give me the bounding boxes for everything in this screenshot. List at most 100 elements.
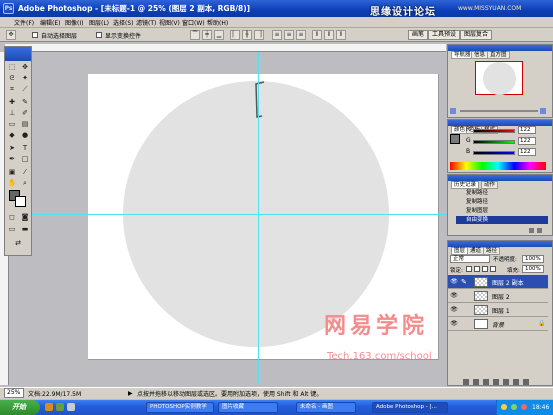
- distribute-hcenter-icon[interactable]: ⦀: [324, 30, 334, 40]
- taskbar-button[interactable]: PHOTOSHOP实例教学: [146, 402, 214, 413]
- horizontal-guide[interactable]: [9, 214, 446, 215]
- new-snapshot-icon[interactable]: [529, 228, 534, 233]
- dodge-tool-icon[interactable]: ●: [19, 131, 31, 140]
- taskbar-button[interactable]: 未命名 - 画图: [296, 402, 356, 413]
- start-button[interactable]: 开始: [0, 400, 40, 415]
- b-slider[interactable]: [473, 151, 515, 155]
- path-selection-tool-icon[interactable]: ➤: [6, 144, 18, 153]
- menu-view[interactable]: 视图(V): [159, 18, 180, 27]
- lock-all-icon[interactable]: [490, 266, 496, 272]
- vertical-guide[interactable]: [258, 52, 259, 384]
- layer-mask-icon[interactable]: [483, 379, 489, 385]
- zoom-in-icon[interactable]: [540, 108, 546, 114]
- menu-help[interactable]: 帮助(H): [207, 18, 228, 27]
- link-layers-icon[interactable]: [463, 379, 469, 385]
- zoom-field[interactable]: 25%: [4, 388, 24, 398]
- new-layer-icon[interactable]: [513, 379, 519, 385]
- eyedropper-tool-icon[interactable]: ⁄: [19, 168, 31, 177]
- menu-select[interactable]: 选择(S): [113, 18, 134, 27]
- menu-window[interactable]: 窗口(W): [182, 18, 205, 27]
- history-brush-tool-icon[interactable]: ✐: [19, 109, 31, 118]
- color-ramp[interactable]: [450, 162, 546, 170]
- adjustment-layer-icon[interactable]: [503, 379, 509, 385]
- align-bottom-icon[interactable]: ▁: [214, 30, 224, 40]
- layer-row[interactable]: 👁 背景 🔒: [448, 317, 548, 331]
- history-item[interactable]: 复制路径: [456, 198, 548, 206]
- quicklaunch-ie-icon[interactable]: [45, 403, 53, 411]
- lock-image-icon[interactable]: [474, 266, 480, 272]
- align-top-icon[interactable]: ▔: [190, 30, 200, 40]
- tab-info[interactable]: 信息: [471, 51, 489, 59]
- distribute-bottom-icon[interactable]: ≡: [296, 30, 306, 40]
- menu-edit[interactable]: 编辑(E): [40, 18, 60, 27]
- visibility-eye-icon[interactable]: 👁: [450, 320, 458, 328]
- taskbar-button-active[interactable]: Adobe Photoshop - [...: [372, 402, 448, 413]
- distribute-vcenter-icon[interactable]: ≡: [284, 30, 294, 40]
- layer-row[interactable]: 👁 图层 1: [448, 303, 548, 317]
- brush-tool-icon[interactable]: ✎: [19, 98, 31, 107]
- distribute-right-icon[interactable]: ⦀: [336, 30, 346, 40]
- tray-volume-icon[interactable]: [501, 404, 507, 410]
- distribute-top-icon[interactable]: ≡: [272, 30, 282, 40]
- history-item[interactable]: 复制路径: [456, 189, 548, 197]
- layer-row[interactable]: 👁 图层 2: [448, 289, 548, 303]
- blend-mode-select[interactable]: 正常: [450, 255, 490, 263]
- screen-mode-standard-icon[interactable]: ▭: [6, 225, 18, 234]
- tab-channels[interactable]: 通道: [467, 247, 485, 255]
- slice-tool-icon[interactable]: ⟋: [19, 85, 31, 94]
- jump-to-imageready-icon[interactable]: ⇄: [12, 239, 24, 248]
- color-foreground-swatch[interactable]: [450, 134, 460, 144]
- hand-tool-icon[interactable]: ✋: [6, 179, 18, 188]
- b-value[interactable]: 122: [518, 148, 536, 156]
- g-slider[interactable]: [473, 140, 515, 144]
- clone-stamp-tool-icon[interactable]: ⊥: [6, 109, 18, 118]
- marquee-tool-icon[interactable]: ⬚: [6, 63, 18, 72]
- tray-security-icon[interactable]: [521, 404, 527, 410]
- gradient-tool-icon[interactable]: ▤: [19, 120, 31, 129]
- background-color-swatch[interactable]: [15, 196, 26, 207]
- healing-brush-tool-icon[interactable]: ✚: [6, 98, 18, 107]
- horizontal-ruler[interactable]: [5, 44, 446, 52]
- zoom-out-icon[interactable]: [450, 108, 456, 114]
- magic-wand-tool-icon[interactable]: ✦: [19, 74, 31, 83]
- lasso-tool-icon[interactable]: ᘓ: [6, 74, 18, 83]
- taskbar-button[interactable]: 图片收藏: [218, 402, 278, 413]
- type-tool-icon[interactable]: T: [19, 144, 31, 153]
- shape-tool-icon[interactable]: □: [19, 155, 31, 164]
- opacity-field[interactable]: 100%: [522, 255, 544, 263]
- layer-row[interactable]: 👁 ✎ 图层 2 副本: [448, 275, 548, 289]
- notes-tool-icon[interactable]: ▣: [6, 168, 18, 177]
- tray-network-icon[interactable]: [511, 404, 517, 410]
- tab-actions[interactable]: 动作: [481, 181, 499, 189]
- blur-tool-icon[interactable]: ◆: [6, 131, 18, 140]
- crop-tool-icon[interactable]: ⌗: [6, 85, 18, 94]
- well-tab-layer-comps[interactable]: 图层复合: [460, 30, 493, 40]
- tab-histogram[interactable]: 直方图: [487, 51, 510, 59]
- zoom-slider[interactable]: [460, 110, 538, 112]
- quick-mask-icon[interactable]: ◙: [19, 213, 31, 222]
- history-item-selected[interactable]: 自由变换: [456, 216, 548, 224]
- new-group-icon[interactable]: [493, 379, 499, 385]
- distribute-left-icon[interactable]: ⦀: [312, 30, 322, 40]
- g-value[interactable]: 122: [518, 137, 536, 145]
- screen-mode-full-icon[interactable]: ▬: [19, 225, 31, 234]
- tab-paths[interactable]: 路径: [483, 247, 501, 255]
- menu-layer[interactable]: 图层(L): [89, 18, 109, 27]
- layer-style-icon[interactable]: [473, 379, 479, 385]
- tab-layers[interactable]: 图层: [451, 247, 469, 255]
- menu-image[interactable]: 图像(I): [65, 18, 83, 27]
- document-size[interactable]: 文档:22.9M/17.5M: [28, 389, 81, 398]
- pen-tool-icon[interactable]: ✒: [6, 155, 18, 164]
- visibility-eye-icon[interactable]: 👁: [450, 306, 458, 314]
- standard-mode-icon[interactable]: ◻: [6, 213, 18, 222]
- visibility-eye-icon[interactable]: 👁: [450, 292, 458, 300]
- move-tool-icon[interactable]: ✥: [6, 30, 16, 40]
- quicklaunch-desktop-icon[interactable]: [56, 403, 64, 411]
- menu-filter[interactable]: 滤镜(T): [136, 18, 156, 27]
- delete-layer-icon[interactable]: [523, 379, 529, 385]
- fill-field[interactable]: 100%: [522, 265, 544, 273]
- align-right-icon[interactable]: ▕: [254, 30, 264, 40]
- move-tool-icon[interactable]: ✥: [19, 63, 31, 72]
- auto-select-checkbox[interactable]: [32, 32, 38, 38]
- r-value[interactable]: 122: [518, 126, 536, 134]
